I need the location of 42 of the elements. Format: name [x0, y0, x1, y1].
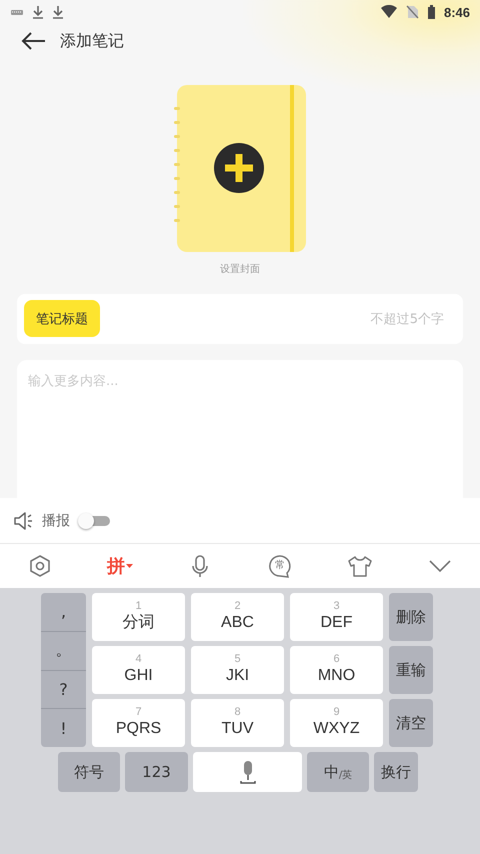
download-icon	[52, 6, 64, 18]
back-button[interactable]	[20, 31, 46, 51]
skin-button[interactable]	[347, 554, 373, 578]
function-key[interactable]: 重输	[389, 646, 433, 694]
punctuation-key[interactable]: ,	[41, 593, 86, 631]
pinyin-mode-button[interactable]: 拼	[107, 554, 133, 578]
status-time: 8:46	[444, 4, 470, 20]
function-key[interactable]: 换行	[374, 752, 418, 792]
page-title: 添加笔记	[60, 30, 124, 52]
speech-toggle[interactable]	[78, 512, 110, 528]
speech-label: 播报	[42, 512, 70, 530]
voice-input-button[interactable]	[191, 554, 209, 578]
letter-key[interactable]: 7 PQRS	[92, 699, 185, 747]
letter-key[interactable]: 5 JKI	[191, 646, 284, 694]
no-sim-icon	[406, 5, 419, 19]
letter-key[interactable]: 9 WXYZ	[290, 699, 383, 747]
keyboard-icon	[10, 7, 24, 17]
battery-icon	[426, 5, 436, 19]
space-key[interactable]	[193, 752, 302, 792]
caret-icon	[126, 564, 133, 568]
punctuation-key[interactable]: 。	[41, 630, 86, 670]
microphone-icon	[240, 760, 256, 784]
add-cover-button[interactable]	[174, 85, 306, 252]
function-key[interactable]: 123	[125, 752, 188, 792]
settings-button[interactable]	[29, 555, 51, 577]
wifi-icon	[380, 5, 398, 19]
collapse-keyboard-button[interactable]	[428, 558, 452, 574]
cover-label: 设置封面	[220, 262, 260, 276]
letter-key[interactable]: 6 MNO	[290, 646, 383, 694]
letter-key[interactable]: 2 ABC	[191, 593, 284, 641]
punctuation-key[interactable]: ?	[41, 670, 86, 708]
letter-key[interactable]: 3 DEF	[290, 593, 383, 641]
letter-key[interactable]: 1 分词	[92, 593, 185, 641]
download-icon	[32, 6, 44, 18]
letter-key[interactable]: 8 TUV	[191, 699, 284, 747]
letter-key[interactable]: 4 GHI	[92, 646, 185, 694]
speaker-icon	[13, 512, 34, 530]
phrases-button[interactable]: 常	[268, 554, 292, 578]
punctuation-key[interactable]: !	[41, 708, 86, 747]
function-key[interactable]: 符号	[58, 752, 120, 792]
function-key[interactable]: 删除	[389, 593, 433, 641]
function-key[interactable]: 清空	[389, 699, 433, 747]
